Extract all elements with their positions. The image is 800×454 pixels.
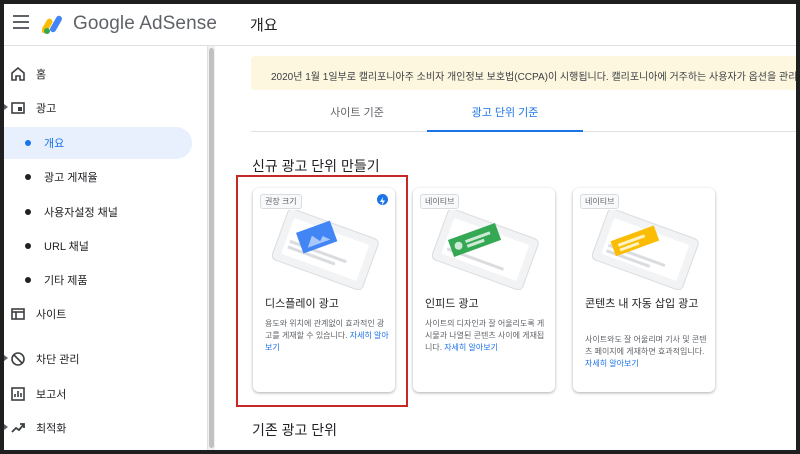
app-window: Google AdSense 개요 홈 광고 개요 광고 게재율 사용자설정 채… bbox=[4, 4, 796, 450]
expand-arrow-icon bbox=[4, 104, 8, 110]
card-in-feed-ads[interactable]: 네이티브 인피드 광고 사이트의 디자인과 잘 어울리도록 게시물과 나열된 콘… bbox=[413, 188, 555, 392]
menu-icon[interactable] bbox=[13, 15, 29, 29]
ads-icon bbox=[11, 102, 25, 114]
sidebar-item-sites[interactable]: 사이트 bbox=[4, 298, 208, 330]
card-title: 인피드 광고 bbox=[425, 298, 479, 310]
learn-more-link[interactable]: 자세히 알아보기 bbox=[585, 359, 639, 368]
expand-arrow-icon bbox=[4, 355, 8, 361]
sidebar-item-label: 광고 게재율 bbox=[44, 172, 98, 184]
ccpa-banner: 2020년 1월 1일부로 캘리포니아주 소비자 개인정보 보호법(CCPA)이… bbox=[251, 56, 796, 90]
logo-text: Google AdSense bbox=[73, 13, 218, 34]
top-bar: Google AdSense 개요 bbox=[4, 4, 796, 46]
sidebar-item-url-channels[interactable]: URL 채널 bbox=[4, 230, 208, 262]
sidebar-item-label: 최적화 bbox=[36, 423, 67, 435]
adsense-logo[interactable]: Google AdSense bbox=[42, 11, 217, 37]
sidebar-item-label: 사용자설정 채널 bbox=[44, 207, 118, 219]
sidebar-item-label: 홈 bbox=[36, 69, 47, 81]
learn-more-link[interactable]: 자세히 알아보기 bbox=[444, 343, 498, 352]
card-description-text: 사이트와도 잘 어울리며 기사 및 콘텐츠 페이지에 게재하면 효과적입니다. bbox=[585, 335, 707, 356]
sidebar-item-home[interactable]: 홈 bbox=[4, 58, 208, 90]
sidebar-item-label: 보고서 bbox=[36, 389, 67, 401]
expand-arrow-icon bbox=[4, 424, 8, 430]
card-title: 콘텐츠 내 자동 삽입 광고 bbox=[585, 298, 699, 310]
sidebar-item-label: 사이트 bbox=[36, 309, 67, 321]
sidebar-item-other-products[interactable]: 기타 제품 bbox=[4, 264, 208, 296]
card-badge: 네이티브 bbox=[420, 194, 460, 209]
sidebar-item-overview[interactable]: 개요 bbox=[4, 127, 192, 159]
sidebar-item-optimization[interactable]: 최적화 bbox=[4, 412, 208, 444]
page-title: 개요 bbox=[250, 17, 278, 34]
sidebar-item-reports[interactable]: 보고서 bbox=[4, 378, 208, 410]
trending-icon bbox=[11, 423, 25, 433]
sidebar-item-custom-channels[interactable]: 사용자설정 채널 bbox=[4, 196, 208, 228]
in-article-ad-illustration bbox=[591, 210, 699, 290]
tab-by-site[interactable]: 사이트 기준 bbox=[279, 96, 435, 132]
card-description: 사이트의 디자인과 잘 어울리도록 게시물과 나열된 콘텐츠 사이에 게재됩니다… bbox=[425, 318, 549, 354]
sidebar-item-label: 개요 bbox=[44, 138, 65, 150]
bullet-icon bbox=[25, 243, 31, 249]
scrollbar-thumb[interactable] bbox=[209, 48, 214, 448]
sidebar-item-ads[interactable]: 광고 bbox=[4, 92, 208, 124]
bullet-icon bbox=[25, 209, 31, 215]
banner-text: 2020년 1월 1일부로 캘리포니아주 소비자 개인정보 보호법(CCPA)이… bbox=[271, 72, 796, 83]
tab-by-ad-unit[interactable]: 광고 단위 기준 bbox=[427, 96, 583, 132]
sidebar-item-label: 기타 제품 bbox=[44, 275, 88, 287]
bullet-icon bbox=[25, 174, 31, 180]
sidebar-item-ad-balance[interactable]: 광고 게재율 bbox=[4, 161, 208, 193]
card-in-article-ads[interactable]: 네이티브 콘텐츠 내 자동 삽입 광고 사이트와도 잘 어울리며 기사 및 콘텐… bbox=[573, 188, 715, 392]
sidebar-scrollbar[interactable] bbox=[208, 46, 215, 450]
sidebar-item-label: 광고 bbox=[36, 103, 57, 115]
highlight-box bbox=[236, 175, 408, 407]
card-description: 사이트와도 잘 어울리며 기사 및 콘텐츠 페이지에 게재하면 효과적입니다. … bbox=[585, 334, 709, 370]
card-badge: 네이티브 bbox=[580, 194, 620, 209]
block-icon bbox=[11, 352, 25, 366]
sidebar: 홈 광고 개요 광고 게재율 사용자설정 채널 URL 채널 기타 제품 사이트… bbox=[4, 46, 208, 450]
sidebar-item-label: URL 채널 bbox=[44, 241, 89, 253]
bullet-icon bbox=[25, 140, 31, 146]
bullet-icon bbox=[25, 277, 31, 283]
new-ad-unit-heading: 신규 광고 단위 만들기 bbox=[252, 158, 380, 174]
home-icon bbox=[11, 66, 25, 81]
sidebar-item-label: 차단 관리 bbox=[36, 354, 80, 366]
report-icon bbox=[11, 387, 25, 401]
sidebar-item-blocking-controls[interactable]: 차단 관리 bbox=[4, 343, 208, 375]
tab-bar: 사이트 기준 광고 단위 기준 bbox=[251, 96, 796, 132]
existing-ad-unit-heading: 기존 광고 단위 bbox=[252, 422, 338, 438]
adsense-logo-icon bbox=[42, 15, 62, 34]
sites-icon bbox=[11, 308, 25, 320]
in-feed-ad-illustration bbox=[431, 210, 539, 290]
